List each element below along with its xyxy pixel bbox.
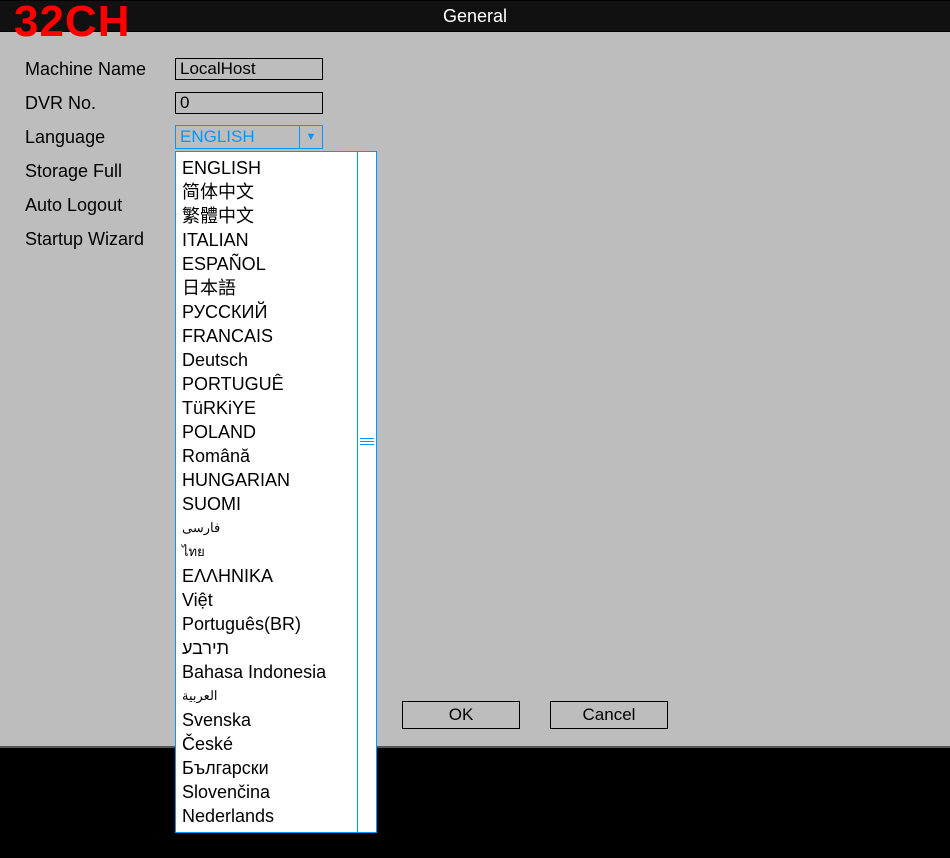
language-option[interactable]: ΕΛΛΗΝΙΚΑ [178, 564, 355, 588]
language-dropdown-list: ENGLISH简体中文繁體中文ITALIANESPAÑOL日本語РУССКИЙF… [176, 152, 357, 832]
language-option[interactable]: ENGLISH [178, 156, 355, 180]
dropdown-scrollbar[interactable] [357, 152, 376, 832]
language-option[interactable]: РУССКИЙ [178, 300, 355, 324]
language-option[interactable]: Svenska [178, 708, 355, 732]
label-storage-full: Storage Full [25, 161, 175, 182]
chevron-down-icon: ▼ [300, 126, 322, 148]
language-option[interactable]: Română [178, 444, 355, 468]
language-option[interactable]: תירבע [178, 636, 355, 660]
language-option[interactable]: العربية [178, 684, 355, 708]
language-option[interactable]: 繁體中文 [178, 204, 355, 228]
dialog-buttons: OK Cancel [402, 701, 668, 729]
language-option[interactable]: 日本語 [178, 276, 355, 300]
language-option[interactable]: České [178, 732, 355, 756]
language-select-value: ENGLISH [176, 126, 300, 148]
language-option[interactable]: Việt [178, 588, 355, 612]
dvr-no-input[interactable] [175, 92, 323, 114]
language-option[interactable]: 简体中文 [178, 180, 355, 204]
row-dvr-no: DVR No. [25, 90, 323, 116]
language-option[interactable]: Bahasa Indonesia [178, 660, 355, 684]
general-settings-panel: General 32CH Machine Name DVR No. Langua… [0, 0, 950, 748]
row-language: Language ENGLISH ▼ [25, 124, 323, 150]
row-machine-name: Machine Name [25, 56, 323, 82]
label-machine-name: Machine Name [25, 59, 175, 80]
language-option[interactable]: POLAND [178, 420, 355, 444]
language-option[interactable]: PORTUGUÊ [178, 372, 355, 396]
language-option[interactable]: TüRKiYE [178, 396, 355, 420]
label-language: Language [25, 127, 175, 148]
language-option[interactable]: SUOMI [178, 492, 355, 516]
language-option[interactable]: FRANCAIS [178, 324, 355, 348]
machine-name-input[interactable] [175, 58, 323, 80]
language-option[interactable]: فارسی [178, 516, 355, 540]
language-select[interactable]: ENGLISH ▼ [175, 125, 323, 149]
language-option[interactable]: HUNGARIAN [178, 468, 355, 492]
scrollbar-grip-icon [360, 434, 374, 448]
label-dvr-no: DVR No. [25, 93, 175, 114]
language-option[interactable]: Deutsch [178, 348, 355, 372]
language-dropdown: ENGLISH简体中文繁體中文ITALIANESPAÑOL日本語РУССКИЙF… [175, 151, 377, 833]
window-title: General [0, 1, 950, 32]
label-auto-logout: Auto Logout [25, 195, 175, 216]
panel-divider [0, 746, 950, 748]
ok-button[interactable]: OK [402, 701, 520, 729]
language-option[interactable]: Български [178, 756, 355, 780]
label-startup-wizard: Startup Wizard [25, 229, 175, 250]
cancel-button[interactable]: Cancel [550, 701, 668, 729]
language-option[interactable]: Português(BR) [178, 612, 355, 636]
language-option[interactable]: ESPAÑOL [178, 252, 355, 276]
language-option[interactable]: ITALIAN [178, 228, 355, 252]
language-option[interactable]: ไทย [178, 540, 355, 564]
language-option[interactable]: Nederlands [178, 804, 355, 828]
language-option[interactable]: Slovenčina [178, 780, 355, 804]
